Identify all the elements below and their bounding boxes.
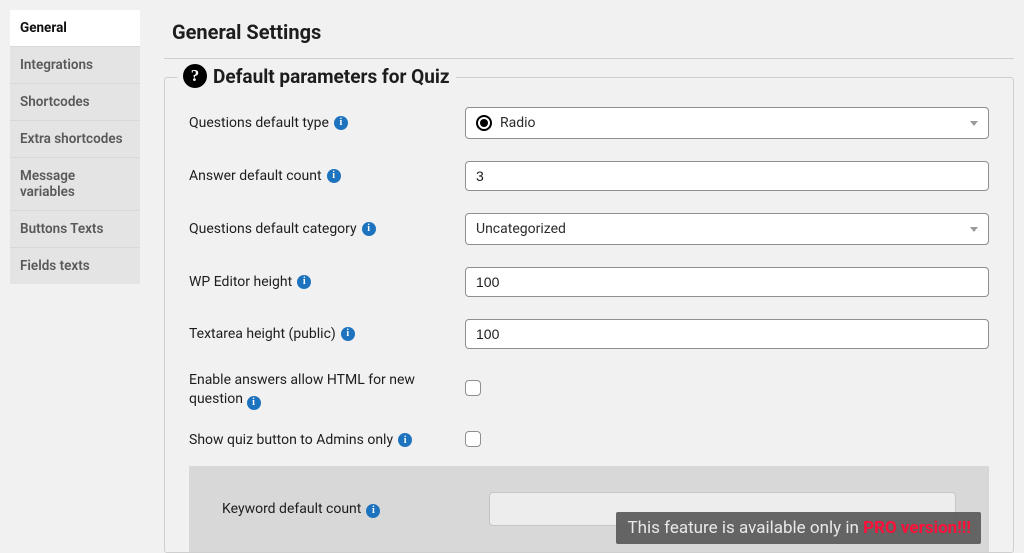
pro-tooltip: This feature is available only in PRO ve… [616, 512, 981, 544]
answer-count-input[interactable] [465, 161, 989, 191]
allow-html-checkbox[interactable] [465, 380, 481, 396]
pro-tooltip-text: This feature is available only in [628, 518, 864, 538]
sidebar-item-buttons-texts[interactable]: Buttons Texts [10, 211, 140, 248]
panel-legend: ? Default parameters for Quiz [177, 64, 456, 88]
radio-icon [476, 115, 492, 131]
sidebar-item-fields-texts[interactable]: Fields texts [10, 248, 140, 284]
panel-title: Default parameters for Quiz [213, 65, 450, 88]
sidebar-item-extra-shortcodes[interactable]: Extra shortcodes [10, 121, 140, 158]
question-category-value: Uncategorized [476, 221, 566, 237]
info-icon[interactable]: i [297, 275, 311, 289]
info-icon[interactable]: i [341, 327, 355, 341]
title-divider [164, 58, 1014, 59]
label-answer-count: Answer default count [189, 167, 322, 186]
pro-row-keyword-count: Keyword default count i This feature is … [189, 466, 989, 552]
question-category-select[interactable]: Uncategorized [465, 213, 989, 245]
label-allow-html: Enable answers allow HTML for new questi… [189, 372, 415, 407]
info-icon[interactable]: i [247, 396, 261, 410]
sidebar-item-message-variables[interactable]: Message variables [10, 158, 140, 211]
editor-height-input[interactable] [465, 267, 989, 297]
chevron-down-icon [970, 121, 978, 126]
info-icon[interactable]: i [334, 116, 348, 130]
main-content: General Settings ? Default parameters fo… [164, 10, 1014, 530]
info-icon[interactable]: i [362, 222, 376, 236]
admins-only-checkbox[interactable] [465, 431, 481, 447]
pro-tooltip-highlight: PRO version!!! [863, 518, 971, 538]
default-parameters-panel: ? Default parameters for Quiz Questions … [164, 77, 1014, 553]
page-title: General Settings [172, 10, 1014, 54]
info-icon[interactable]: i [366, 504, 380, 518]
textarea-height-input[interactable] [465, 319, 989, 349]
label-textarea-height: Textarea height (public) [189, 325, 336, 344]
chevron-down-icon [970, 227, 978, 232]
sidebar-item-integrations[interactable]: Integrations [10, 47, 140, 84]
question-type-select[interactable]: Radio [465, 107, 989, 139]
label-keyword-count: Keyword default count [222, 501, 361, 517]
help-icon[interactable]: ? [183, 64, 207, 88]
sidebar-item-shortcodes[interactable]: Shortcodes [10, 84, 140, 121]
label-admins-only: Show quiz button to Admins only [189, 431, 393, 450]
info-icon[interactable]: i [327, 169, 341, 183]
question-type-value: Radio [500, 115, 536, 131]
settings-sidebar: General Integrations Shortcodes Extra sh… [10, 10, 140, 530]
label-question-category: Questions default category [189, 220, 357, 239]
sidebar-item-general[interactable]: General [10, 10, 140, 47]
label-question-type: Questions default type [189, 114, 329, 133]
info-icon[interactable]: i [398, 433, 412, 447]
label-editor-height: WP Editor height [189, 273, 292, 292]
